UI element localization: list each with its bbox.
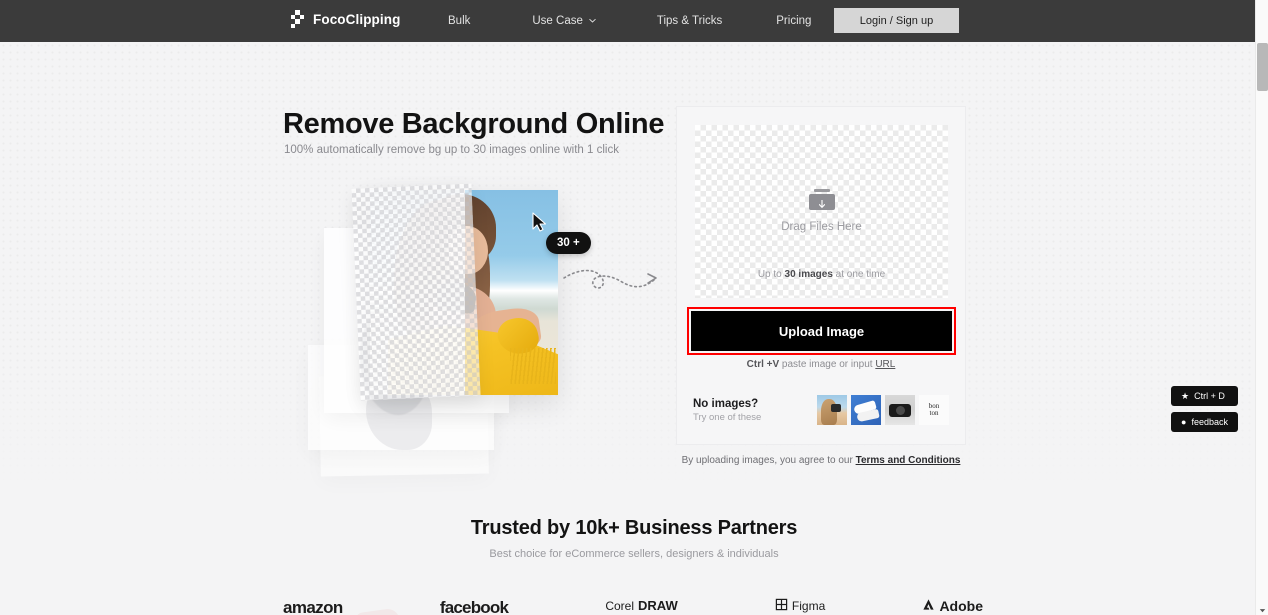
paste-hint-mid: paste image or input xyxy=(779,359,876,370)
file-dropzone[interactable]: Drag Files Here Up to 30 images at one t… xyxy=(695,125,948,298)
partner-logo-adobe: Adobe xyxy=(922,598,983,614)
bon-ton-wordmark-thumb[interactable]: bon ton xyxy=(919,395,949,425)
terms-prefix: By uploading images, you agree to our xyxy=(681,455,856,466)
nav-item-tips-tricks-label: Tips & Tricks xyxy=(656,15,723,27)
image-count-badge: 30 + xyxy=(546,232,591,254)
bon-ton-wordmark: bon ton xyxy=(928,402,940,417)
limit-suffix: at one time xyxy=(832,269,886,280)
partner-logo-coreldraw: Corel DRAW xyxy=(605,598,677,613)
top-navigation-bar: FocoClipping Bulk Use Case Tips & Tricks… xyxy=(0,0,1268,42)
trusted-title: Trusted by 10k+ Business Partners xyxy=(470,517,798,539)
partner-logo-amazon: amazon xyxy=(283,598,343,615)
yellow-fabric-fringe xyxy=(510,348,556,384)
dot-icon: ● xyxy=(1181,416,1187,427)
partner-amazon-label: amazon xyxy=(283,598,343,615)
limit-count: 30 images xyxy=(784,269,833,280)
transparent-overlay-sheet xyxy=(351,183,481,401)
terms-and-conditions-link[interactable]: Terms and Conditions xyxy=(856,455,961,466)
white-sneakers-thumb[interactable] xyxy=(851,395,881,425)
nav-item-tips-tricks[interactable]: Tips & Tricks xyxy=(657,15,722,27)
star-icon: ★ xyxy=(1181,390,1190,401)
bookmark-shortcut-button[interactable]: ★ Ctrl + D xyxy=(1171,386,1238,406)
scroll-down-arrow-icon[interactable] xyxy=(1258,602,1267,613)
nav-item-pricing[interactable]: Pricing xyxy=(776,15,811,27)
page-scrollbar[interactable] xyxy=(1255,0,1268,615)
dropzone-label: Drag Files Here xyxy=(781,221,862,233)
sample-subtitle: Try one of these xyxy=(693,411,762,423)
brand-logo[interactable]: FocoClipping xyxy=(291,10,400,28)
adobe-a-icon xyxy=(922,598,935,614)
figma-icon xyxy=(775,598,788,614)
sample-images-section: No images? Try one of these bon ton xyxy=(676,387,966,433)
partner-logo-row: amazon facebook Corel DRAW Figma Adobe xyxy=(283,598,983,615)
scrollbar-thumb[interactable] xyxy=(1257,43,1268,91)
brand-name: FocoClipping xyxy=(313,11,401,27)
feedback-label: feedback xyxy=(1191,417,1228,427)
download-tray-icon xyxy=(808,189,835,210)
trusted-subtitle: Best choice for eCommerce sellers, desig… xyxy=(489,548,779,560)
paste-hint: Ctrl +V paste image or input URL xyxy=(676,359,966,370)
nav-links: Bulk Use Case Tips & Tricks Pricing xyxy=(440,0,811,42)
partner-facebook-label: facebook xyxy=(439,598,509,615)
partner-adobe-label: Adobe xyxy=(939,598,983,614)
nav-item-pricing-label: Pricing xyxy=(776,15,812,27)
feedback-button[interactable]: ● feedback xyxy=(1171,412,1238,432)
dotted-curved-arrow-icon xyxy=(562,266,662,306)
nav-item-use-case[interactable]: Use Case xyxy=(532,15,597,27)
partner-corel-label: Corel xyxy=(605,598,634,613)
sample-thumbnail-list: bon ton xyxy=(817,395,949,425)
paste-shortcut: Ctrl +V xyxy=(746,359,780,370)
woman-with-camera-thumb[interactable] xyxy=(817,395,847,425)
url-link[interactable]: URL xyxy=(875,359,895,370)
floating-action-buttons: ★ Ctrl + D ● feedback xyxy=(1171,386,1238,432)
nav-item-bulk-label: Bulk xyxy=(448,15,471,27)
partner-draw-label: DRAW xyxy=(638,598,678,613)
hero-image-collage: 30 + xyxy=(300,180,690,615)
login-signup-button[interactable]: Login / Sign up xyxy=(834,8,959,33)
nav-item-bulk[interactable]: Bulk xyxy=(448,15,470,27)
nav-item-use-case-label: Use Case xyxy=(532,15,583,27)
dropzone-limit-text: Up to 30 images at one time xyxy=(695,269,948,280)
terms-notice: By uploading images, you agree to our Te… xyxy=(676,455,966,466)
partner-figma-label: Figma xyxy=(791,599,826,613)
cursor-arrow-icon xyxy=(532,212,548,232)
page-subtitle: 100% automatically remove bg up to 30 im… xyxy=(284,144,619,156)
upload-image-button[interactable]: Upload Image xyxy=(691,311,952,351)
black-camera-thumb[interactable] xyxy=(885,395,915,425)
sample-title: No images? xyxy=(693,397,759,410)
partner-logo-figma: Figma xyxy=(775,598,825,614)
page-title: Remove Background Online xyxy=(283,108,665,140)
chevron-down-icon xyxy=(588,16,597,25)
limit-prefix: Up to xyxy=(757,269,785,280)
partner-logo-facebook: facebook xyxy=(439,598,509,615)
checker-pixel-logo-icon xyxy=(291,10,304,28)
bookmark-shortcut-label: Ctrl + D xyxy=(1194,391,1225,401)
